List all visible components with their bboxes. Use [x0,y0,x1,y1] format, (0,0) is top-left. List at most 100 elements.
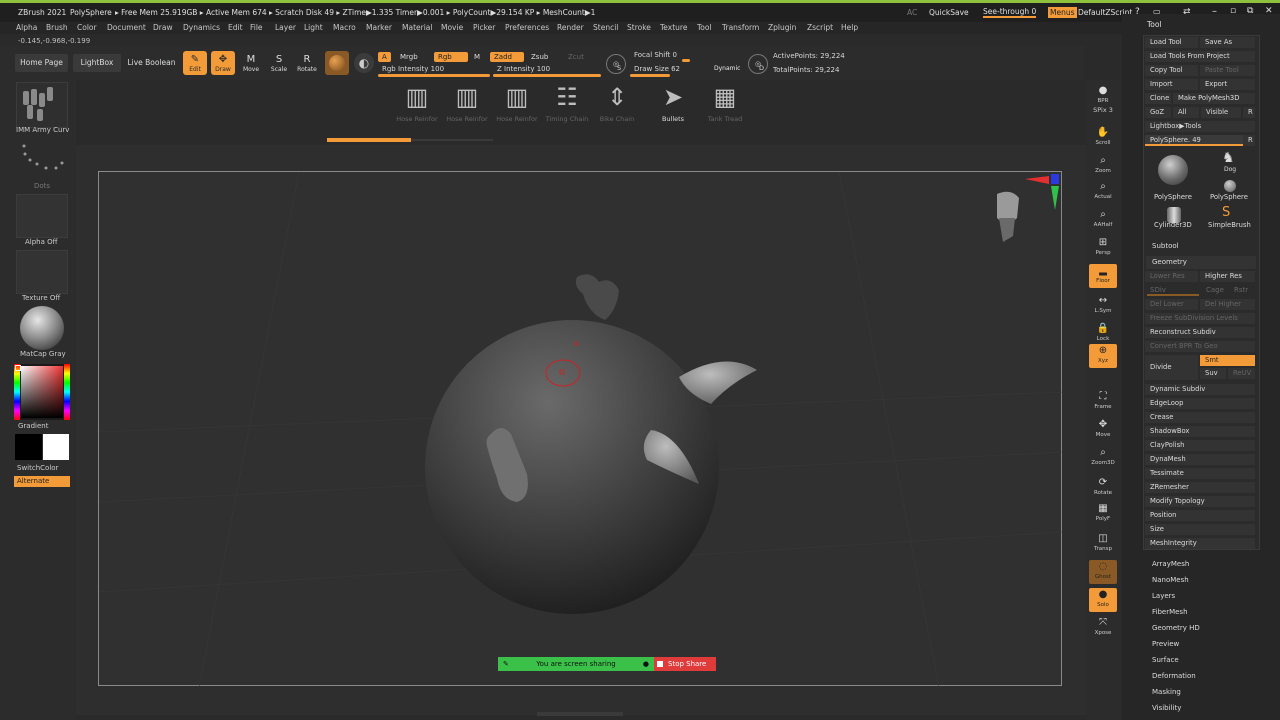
floor-button[interactable]: ▂ Floor [1089,264,1117,288]
focal-shift-slider[interactable]: Focal Shift 0 [634,51,677,59]
zoom3d-button[interactable]: ⌕ Zoom3D [1089,446,1117,470]
brush-thumbnail[interactable] [16,82,68,128]
freeze-subdiv-button[interactable]: Freeze SubDivision Levels [1145,313,1255,324]
shelf-item-tank-tread[interactable]: ▦ Tank Tread [705,82,745,123]
polyf-button[interactable]: ▦ PolyF [1089,502,1117,526]
zadd-toggle[interactable]: Zadd [490,52,524,62]
hue-strip-right[interactable] [64,364,70,420]
model-render[interactable] [99,172,1063,687]
actual-button[interactable]: ⌕ Actual [1089,180,1117,204]
menu-marker[interactable]: Marker [366,23,392,32]
menu-render[interactable]: Render [557,23,584,32]
tool-thumb-label[interactable]: Cylinder3D [1154,221,1192,229]
paste-tool-button[interactable]: Paste Tool [1200,65,1255,76]
menu-transform[interactable]: Transform [722,23,759,32]
move-button[interactable]: M Move [239,51,263,75]
persp-button[interactable]: ⊞ Persp [1089,236,1117,260]
menu-alpha[interactable]: Alpha [16,23,37,32]
geometry-item-claypolish[interactable]: ClayPolish [1145,440,1255,451]
reuv-button[interactable]: ReUV [1228,368,1255,379]
smt-toggle[interactable]: Smt [1200,355,1255,366]
simplebrush-thumb-icon[interactable]: S [1222,205,1230,220]
menus-button[interactable]: Menus [1048,7,1077,18]
home-page-button[interactable]: Home Page [15,54,68,72]
subtool-section[interactable]: Subtool [1152,242,1179,250]
goz-button[interactable]: GoZ [1145,107,1171,118]
menu-brush[interactable]: Brush [46,23,68,32]
section-arraymesh[interactable]: ArrayMesh [1152,560,1189,568]
cage-button[interactable]: Cage [1206,286,1224,294]
section-surface[interactable]: Surface [1152,656,1179,664]
alpha-thumbnail[interactable] [16,194,68,238]
solo-button[interactable]: ● Solo [1089,588,1117,612]
tool-thumb-label[interactable]: PolySphere [1210,193,1248,201]
zcut-toggle[interactable]: Zcut [564,52,588,62]
higher-res-button[interactable]: Higher Res [1200,271,1255,282]
del-higher-button[interactable]: Del Higher [1200,299,1255,310]
mrgb-toggle[interactable]: Mrgb [396,52,422,62]
menu-light[interactable]: Light [304,23,323,32]
bottom-shelf-handle[interactable] [537,712,623,716]
lightbox-tools-button[interactable]: Lightbox▶Tools [1145,121,1255,132]
tool-thumb-label[interactable]: PolySphere [1154,193,1192,201]
material-thumbnail[interactable] [16,306,68,350]
geometry-item-dynamesh[interactable]: DynaMesh [1145,454,1255,465]
menu-document[interactable]: Document [107,23,146,32]
menu-texture[interactable]: Texture [660,23,687,32]
clone-button[interactable]: Clone [1145,93,1171,104]
xyz-button[interactable]: ⊕ Xyz [1089,344,1117,368]
save-as-button[interactable]: Save As [1200,37,1255,48]
geometry-item-tessimate[interactable]: Tessimate [1145,468,1255,479]
menu-help[interactable]: Help [841,23,858,32]
section-masking[interactable]: Masking [1152,688,1181,696]
shelf-scroll-thumb[interactable] [327,138,411,142]
saturation-value-area[interactable] [21,366,63,418]
lower-res-button[interactable]: Lower Res [1145,271,1198,282]
shelf-item-bike-chain[interactable]: ⇕ Bike Chain [597,82,637,123]
rotate-button[interactable]: ⟳ Rotate [1089,476,1117,500]
all-button[interactable]: All [1173,107,1199,118]
menu-material[interactable]: Material [402,23,432,32]
divide-button[interactable]: Divide [1145,355,1198,380]
section-geometry-hd[interactable]: Geometry HD [1152,624,1200,632]
focal-shift-icon[interactable]: ◎ [606,54,626,74]
shelf-item-hose-reinfor[interactable]: ▥ Hose Reinfor [446,82,487,123]
menu-macro[interactable]: Macro [333,23,356,32]
draw-button[interactable]: ✥ Draw [211,51,235,75]
stop-share-button[interactable]: Stop Share [654,657,716,671]
shelf-item-timing-chain[interactable]: ☷ Timing Chain [546,82,589,123]
menu-zplugin[interactable]: Zplugin [768,23,796,32]
polysphere-small-thumb-icon[interactable] [1224,180,1236,192]
scroll-button[interactable]: ✋ Scroll [1089,126,1117,150]
color-picker[interactable] [14,364,70,420]
lightbox-button[interactable]: LightBox [73,54,121,72]
menu-draw[interactable]: Draw [153,23,173,32]
menu-tool[interactable]: Tool [697,23,712,32]
section-nanomesh[interactable]: NanoMesh [1152,576,1189,584]
menu-layer[interactable]: Layer [275,23,296,32]
section-deformation[interactable]: Deformation [1152,672,1196,680]
move-button[interactable]: ✥ Move [1089,418,1117,442]
m-toggle[interactable]: M [470,52,484,62]
menu-stroke[interactable]: Stroke [627,23,651,32]
stroke-thumbnail[interactable] [16,138,68,182]
orientation-gizmo[interactable] [997,174,1059,242]
document-canvas[interactable] [98,171,1063,687]
section-visibility[interactable]: Visibility [1152,704,1181,712]
section-layers[interactable]: Layers [1152,592,1175,600]
draw-size-icon[interactable]: ◎ [748,54,768,74]
menu-color[interactable]: Color [77,23,97,32]
live-boolean-button[interactable]: Live Boolean [124,54,179,72]
copy-tool-button[interactable]: Copy Tool [1145,65,1198,76]
reconstruct-subdiv-button[interactable]: Reconstruct Subdiv [1145,327,1255,338]
goz-r-button[interactable]: R [1243,107,1255,118]
hue-strip[interactable] [14,364,20,420]
polysphere-slider[interactable]: PolySphere. 49 [1145,135,1243,146]
dynamic-toggle[interactable]: Dynamic [714,65,740,72]
import-button[interactable]: Import [1145,79,1198,90]
geometry-item-size[interactable]: Size [1145,524,1255,535]
del-lower-button[interactable]: Del Lower [1145,299,1198,310]
edit-button[interactable]: ✎ Edit [183,51,207,75]
rgb-toggle[interactable]: Rgb [434,52,468,62]
geometry-item-position[interactable]: Position [1145,510,1255,521]
